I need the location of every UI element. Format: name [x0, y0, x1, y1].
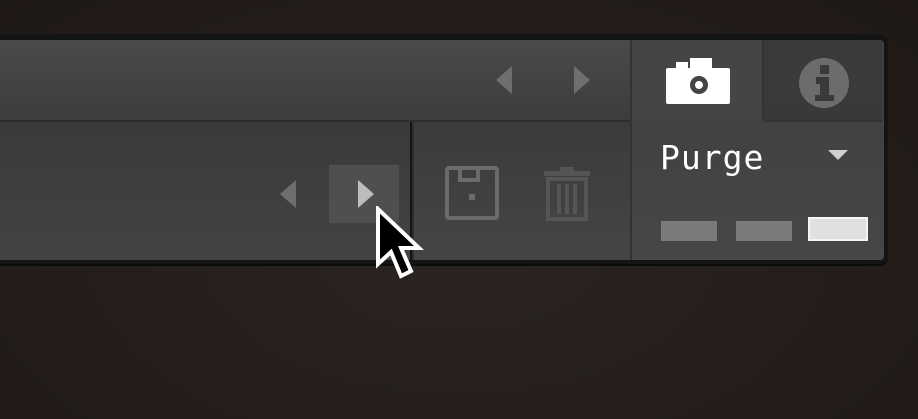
- arrow-cursor-icon: [375, 204, 427, 290]
- camera-icon[interactable]: [666, 58, 730, 108]
- chevron-down-icon[interactable]: [828, 150, 848, 160]
- top-prev-arrow-icon[interactable]: [496, 66, 512, 94]
- delete-preset-icon[interactable]: [544, 167, 590, 225]
- bottom-next-arrow-icon[interactable]: [358, 180, 374, 208]
- top-next-arrow-icon[interactable]: [574, 66, 590, 94]
- purge-level-1[interactable]: [661, 221, 717, 241]
- info-icon[interactable]: [798, 57, 850, 113]
- purge-level-2[interactable]: [736, 221, 792, 241]
- purge-label[interactable]: Purge: [660, 138, 764, 178]
- preset-browser-row: [0, 40, 630, 122]
- bottom-prev-arrow-icon[interactable]: [280, 180, 296, 208]
- save-preset-icon[interactable]: [444, 165, 500, 225]
- purge-level-3[interactable]: [808, 217, 868, 241]
